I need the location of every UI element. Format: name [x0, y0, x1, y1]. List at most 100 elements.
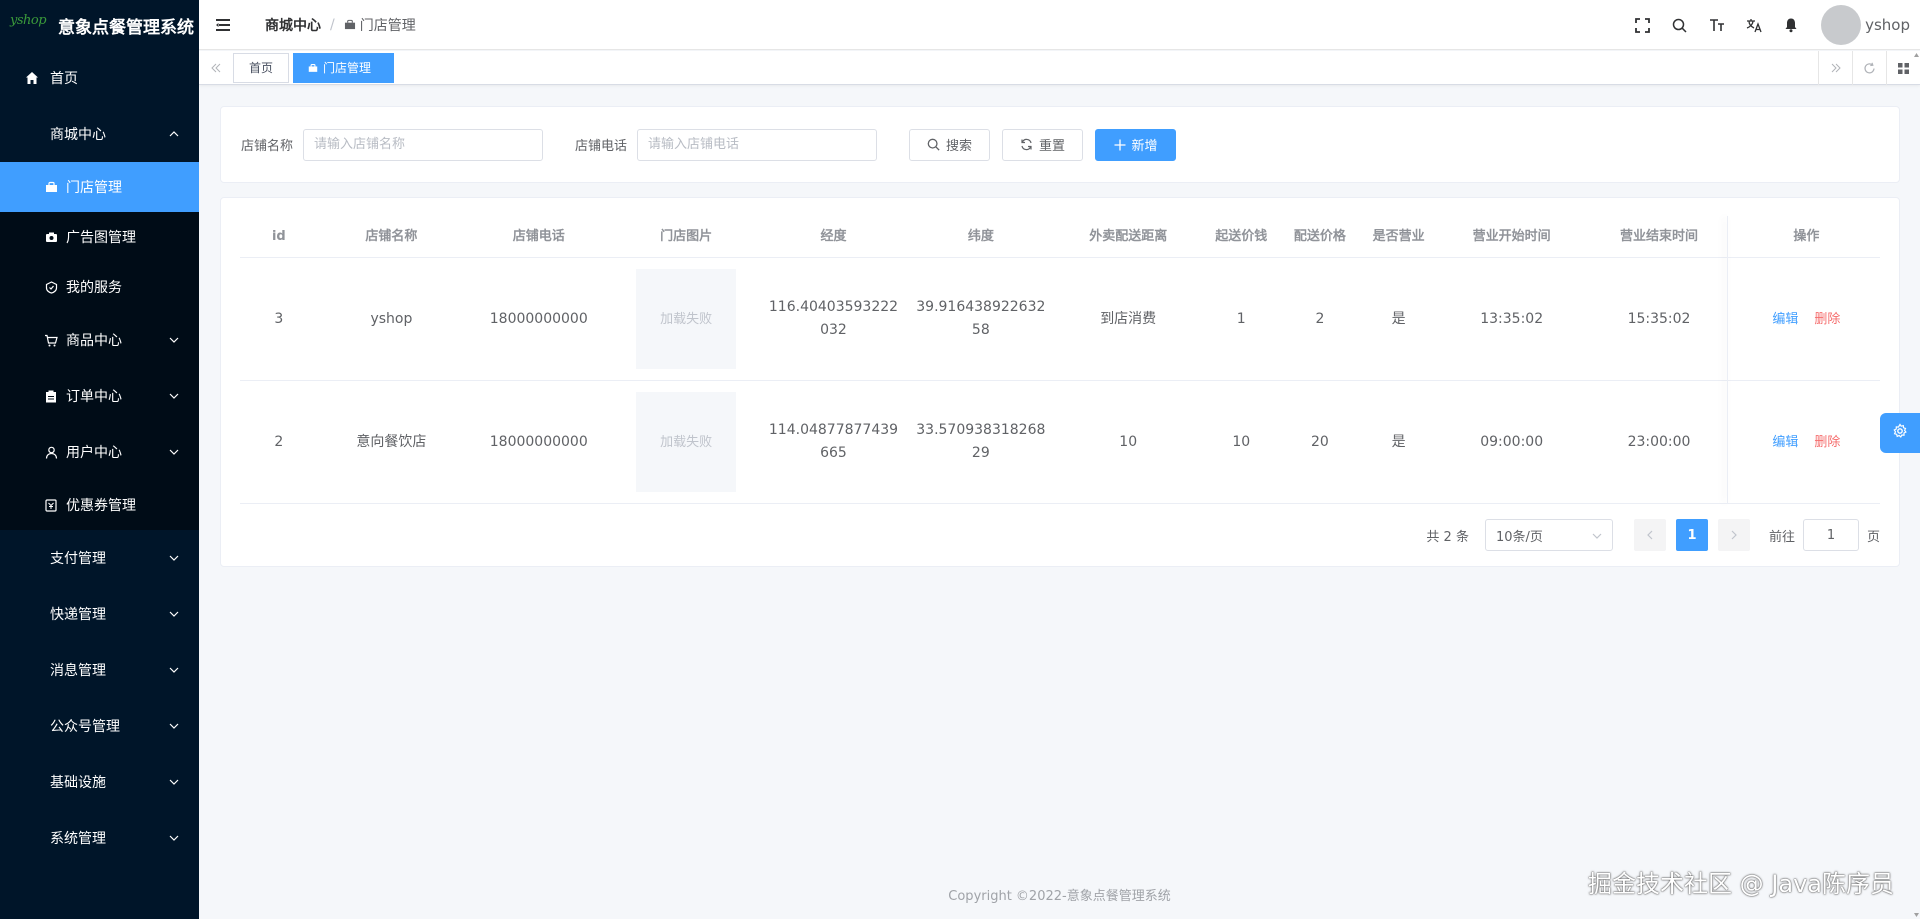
cell-image: 加载失败 — [612, 258, 759, 380]
page-size-select[interactable]: 10条/页 — [1484, 519, 1613, 551]
tag-label: 门店管理 — [323, 61, 372, 75]
sidebar-item-label: 首页 — [50, 71, 78, 87]
edit-link[interactable]: 编辑 — [1772, 431, 1798, 454]
store-phone-label: 店铺电话 — [575, 139, 628, 154]
translate-icon[interactable] — [1735, 0, 1772, 50]
sidebar-item-label: 优惠券管理 — [66, 498, 136, 514]
sidebar-item-order-center[interactable]: 订单中心 — [0, 368, 199, 424]
chevron-down-icon — [169, 721, 179, 731]
cell-image: 加载失败 — [612, 381, 759, 503]
sidebar-item-label: 快递管理 — [50, 607, 106, 623]
sidebar-item-express[interactable]: 快递管理 — [0, 586, 199, 642]
page-number-current[interactable]: 1 — [1675, 519, 1708, 551]
chevron-down-icon — [169, 609, 179, 619]
cell-delivery-price: 2 — [1315, 310, 1325, 327]
sidebar-item-system[interactable]: 系统管理 — [0, 810, 199, 866]
search-button[interactable]: 搜索 — [909, 128, 991, 161]
tag-home[interactable]: 首页 — [233, 52, 290, 83]
edit-link[interactable]: 编辑 — [1772, 308, 1798, 331]
navbar-right: yshop — [1624, 0, 1920, 50]
cell-is-open: 是 — [1391, 433, 1406, 450]
refresh-icon[interactable] — [1852, 51, 1886, 85]
tags-scroll-left-icon[interactable] — [199, 51, 233, 85]
cell-actions: 编辑 删除 — [1733, 381, 1880, 503]
cell-phone: 18000000000 — [489, 310, 588, 327]
add-button[interactable]: 新增 — [1095, 128, 1177, 161]
avatar — [1821, 5, 1862, 45]
col-header-longitude: 经度 — [820, 229, 847, 244]
tag-store-management[interactable]: 门店管理 — [293, 52, 395, 83]
hamburger-icon[interactable] — [203, 0, 243, 50]
breadcrumb: 商城中心 / 门店管理 — [265, 15, 416, 35]
next-page-button[interactable] — [1717, 519, 1750, 551]
sidebar-item-store-management[interactable]: 门店管理 — [0, 162, 199, 212]
store-phone-input[interactable] — [637, 128, 878, 161]
logo[interactable]: yshop 意象点餐管理系统 — [0, 0, 199, 50]
cell-delivery-price: 20 — [1311, 433, 1329, 450]
search-icon — [927, 138, 940, 151]
sidebar-item-mall-center[interactable]: 商城中心 — [0, 106, 199, 162]
clipboard-icon — [44, 388, 58, 404]
sidebar-item-infrastructure[interactable]: 基础设施 — [0, 754, 199, 810]
col-header-latitude: 纬度 — [967, 229, 994, 244]
sidebar-item-user-center[interactable]: 用户中心 — [0, 424, 199, 480]
font-size-icon[interactable] — [1698, 0, 1735, 50]
table-header: id 店铺名称 店铺电话 门店图片 经度 纬度 外卖配送距离 起送价钱 配送价格… — [240, 216, 1880, 258]
cell-latitude: 39.91643892263258 — [916, 299, 1046, 338]
bell-icon[interactable] — [1772, 0, 1809, 50]
sidebar-item-label: 基础设施 — [50, 775, 106, 791]
cell-delivery-distance: 到店消费 — [1100, 310, 1157, 327]
store-table: id 店铺名称 店铺电话 门店图片 经度 纬度 外卖配送距离 起送价钱 配送价格… — [240, 216, 1880, 504]
sidebar-item-ad-management[interactable]: 广告图管理 — [0, 212, 199, 262]
sidebar-item-official-account[interactable]: 公众号管理 — [0, 698, 199, 754]
delete-link[interactable]: 删除 — [1814, 431, 1840, 454]
user-menu[interactable]: yshop — [1821, 5, 1910, 45]
sidebar-item-label: 商城中心 — [50, 127, 106, 143]
cell-end-time: 15:35:02 — [1627, 310, 1691, 327]
delete-link[interactable]: 删除 — [1814, 308, 1840, 331]
user-icon — [44, 444, 58, 460]
sidebar-item-label: 支付管理 — [50, 551, 106, 567]
reset-button[interactable]: 重置 — [1002, 128, 1084, 161]
main-content: 店铺名称 店铺电话 搜索 重置 新增 id 店铺名称 店铺电话 门店图片 经度 … — [199, 85, 1920, 919]
fullscreen-icon[interactable] — [1624, 0, 1661, 50]
sidebar-item-message[interactable]: 消息管理 — [0, 642, 199, 698]
page-scrollbar[interactable] — [1913, 51, 1920, 919]
sidebar-item-label: 消息管理 — [50, 663, 106, 679]
col-header-actions: 操作 — [1793, 229, 1820, 244]
sidebar-item-label: 商品中心 — [66, 333, 122, 349]
store-image-placeholder[interactable]: 加载失败 — [636, 269, 737, 369]
sidebar: yshop 意象点餐管理系统 首页 商城中心 门店管理 广告图管理 我的服务 商… — [0, 0, 199, 919]
sidebar-item-label: 我的服务 — [66, 280, 122, 296]
cell-name: 意向餐饮店 — [356, 433, 427, 450]
shop-bag-icon — [344, 19, 356, 30]
sidebar-item-label: 订单中心 — [66, 389, 122, 405]
cell-start-time: 09:00:00 — [1480, 433, 1544, 450]
sidebar-item-my-services[interactable]: 我的服务 — [0, 262, 199, 312]
col-header-phone: 店铺电话 — [512, 229, 565, 244]
col-header-delivery-price: 配送价格 — [1293, 229, 1346, 244]
page-size-value: 10条/页 — [1495, 529, 1543, 545]
store-name-input[interactable] — [303, 128, 544, 161]
plus-icon — [1114, 139, 1126, 151]
sidebar-item-home[interactable]: 首页 — [0, 50, 199, 106]
username: yshop — [1865, 16, 1910, 34]
search-icon[interactable] — [1661, 0, 1698, 50]
col-header-start-time: 营业开始时间 — [1472, 229, 1551, 244]
sidebar-item-coupon[interactable]: 优惠券管理 — [0, 480, 199, 530]
sidebar-item-goods-center[interactable]: 商品中心 — [0, 312, 199, 368]
sidebar-item-payment[interactable]: 支付管理 — [0, 530, 199, 586]
breadcrumb-current-label: 门店管理 — [359, 17, 416, 34]
breadcrumb-item-current: 门店管理 — [344, 15, 416, 35]
fixed-column-divider — [1727, 216, 1728, 504]
store-image-placeholder[interactable]: 加载失败 — [636, 392, 737, 492]
goto-page-input[interactable] — [1802, 519, 1859, 551]
tags-scroll-right-icon[interactable] — [1818, 51, 1852, 85]
watermark-text: 掘金技术社区 @ Java陈序员 — [1588, 870, 1894, 898]
chevron-down-icon — [169, 391, 179, 401]
cell-id: 3 — [274, 310, 284, 327]
gear-icon — [1892, 423, 1908, 443]
breadcrumb-item-mall-center[interactable]: 商城中心 — [265, 15, 321, 35]
sidebar-item-label: 用户中心 — [66, 445, 122, 461]
prev-page-button[interactable] — [1633, 519, 1666, 551]
